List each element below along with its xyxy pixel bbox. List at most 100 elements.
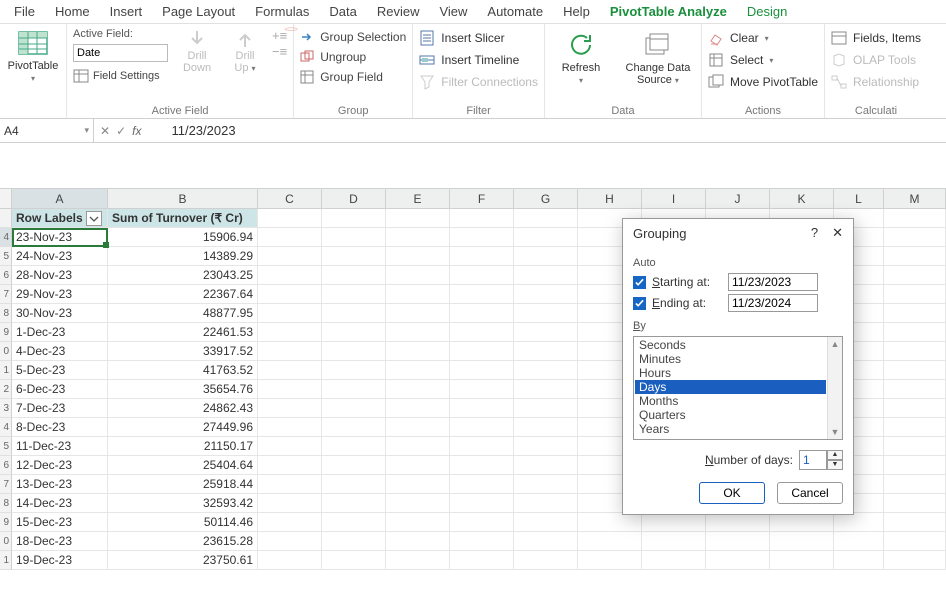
cell[interactable]	[386, 399, 450, 418]
fx-icon[interactable]: fx	[132, 124, 141, 138]
cell[interactable]	[258, 399, 322, 418]
cell[interactable]	[322, 437, 386, 456]
cell[interactable]	[706, 551, 770, 570]
cell[interactable]	[514, 209, 578, 228]
cell[interactable]	[386, 418, 450, 437]
turnover-header[interactable]: Sum of Turnover (₹ Cr)	[108, 209, 258, 228]
row-labels-filter-button[interactable]	[86, 211, 102, 226]
cell[interactable]	[322, 361, 386, 380]
cell-turnover[interactable]: 50114.46	[108, 513, 258, 532]
cell[interactable]	[322, 418, 386, 437]
menu-insert[interactable]: Insert	[102, 2, 151, 21]
cell-date[interactable]: 5-Dec-23	[12, 361, 108, 380]
row-header[interactable]: 0	[0, 342, 12, 361]
col-header-E[interactable]: E	[386, 189, 450, 209]
cell[interactable]	[450, 304, 514, 323]
row-header[interactable]: 0	[0, 532, 12, 551]
cell[interactable]	[386, 323, 450, 342]
cell[interactable]	[386, 551, 450, 570]
cell[interactable]	[322, 551, 386, 570]
col-header-M[interactable]: M	[884, 189, 946, 209]
field-settings-button[interactable]: Field Settings	[73, 66, 168, 84]
cell[interactable]	[514, 494, 578, 513]
cell[interactable]	[884, 304, 946, 323]
cell-turnover[interactable]: 24862.43	[108, 399, 258, 418]
cell[interactable]	[450, 209, 514, 228]
scroll-down-icon[interactable]: ▼	[828, 425, 842, 439]
cell[interactable]	[450, 513, 514, 532]
cell[interactable]	[386, 475, 450, 494]
number-of-days-input[interactable]	[799, 450, 827, 470]
cell[interactable]	[386, 513, 450, 532]
by-option-years[interactable]: Years	[635, 422, 826, 436]
col-header-K[interactable]: K	[770, 189, 834, 209]
cell[interactable]	[450, 494, 514, 513]
cell[interactable]	[514, 418, 578, 437]
cell[interactable]	[514, 399, 578, 418]
group-selection-button[interactable]: Group Selection	[300, 30, 406, 44]
col-header-D[interactable]: D	[322, 189, 386, 209]
cell[interactable]	[258, 209, 322, 228]
cell[interactable]	[578, 532, 642, 551]
col-header-B[interactable]: B	[108, 189, 258, 209]
cell[interactable]	[514, 323, 578, 342]
select-all[interactable]	[0, 189, 12, 209]
cell-turnover[interactable]: 33917.52	[108, 342, 258, 361]
cell[interactable]	[258, 247, 322, 266]
cancel-formula-icon[interactable]: ✕	[100, 124, 110, 138]
spin-up-button[interactable]: ▲	[827, 450, 843, 460]
cell[interactable]	[514, 361, 578, 380]
row-header[interactable]: 7	[0, 475, 12, 494]
cell-date[interactable]: 15-Dec-23	[12, 513, 108, 532]
cell-turnover[interactable]: 23615.28	[108, 532, 258, 551]
cell[interactable]	[884, 399, 946, 418]
ungroup-button[interactable]: Ungroup	[300, 50, 406, 64]
cell[interactable]	[322, 342, 386, 361]
cell-turnover[interactable]: 23043.25	[108, 266, 258, 285]
insert-slicer-button[interactable]: Insert Slicer	[419, 30, 538, 46]
refresh-button[interactable]: Refresh ▾	[551, 30, 611, 85]
cell-date[interactable]: 11-Dec-23	[12, 437, 108, 456]
scroll-up-icon[interactable]: ▲	[828, 337, 842, 351]
cell[interactable]	[450, 247, 514, 266]
cell[interactable]	[322, 266, 386, 285]
cell[interactable]	[884, 285, 946, 304]
cell[interactable]	[514, 228, 578, 247]
menu-page-layout[interactable]: Page Layout	[154, 2, 243, 21]
cell[interactable]	[258, 513, 322, 532]
cell[interactable]	[514, 285, 578, 304]
cell[interactable]	[386, 532, 450, 551]
cell[interactable]	[642, 551, 706, 570]
insert-timeline-button[interactable]: Insert Timeline	[419, 52, 538, 68]
cell[interactable]	[450, 399, 514, 418]
cell[interactable]	[258, 418, 322, 437]
cell[interactable]	[884, 209, 946, 228]
cell[interactable]	[386, 494, 450, 513]
menu-home[interactable]: Home	[47, 2, 98, 21]
ending-at-checkbox[interactable]	[633, 297, 646, 310]
pivottable-button[interactable]: PivotTable ▾	[6, 26, 60, 83]
cell[interactable]	[834, 551, 884, 570]
cell[interactable]	[258, 437, 322, 456]
cell[interactable]	[258, 475, 322, 494]
menu-view[interactable]: View	[431, 2, 475, 21]
cell[interactable]	[322, 380, 386, 399]
cell[interactable]	[884, 494, 946, 513]
cell[interactable]	[450, 228, 514, 247]
cell[interactable]	[258, 285, 322, 304]
cell[interactable]	[450, 475, 514, 494]
dialog-help-button[interactable]: ?	[811, 225, 818, 241]
row-header[interactable]: 6	[0, 266, 12, 285]
dialog-close-button[interactable]: ✕	[832, 225, 843, 241]
accept-formula-icon[interactable]: ✓	[116, 124, 126, 138]
cell[interactable]	[884, 228, 946, 247]
cell[interactable]	[450, 418, 514, 437]
cell-date[interactable]: 28-Nov-23	[12, 266, 108, 285]
cell[interactable]	[514, 437, 578, 456]
cell[interactable]	[514, 304, 578, 323]
cell-date[interactable]: 24-Nov-23	[12, 247, 108, 266]
cell[interactable]	[884, 380, 946, 399]
cell-date[interactable]: 8-Dec-23	[12, 418, 108, 437]
cell[interactable]	[450, 456, 514, 475]
menu-file[interactable]: File	[6, 2, 43, 21]
